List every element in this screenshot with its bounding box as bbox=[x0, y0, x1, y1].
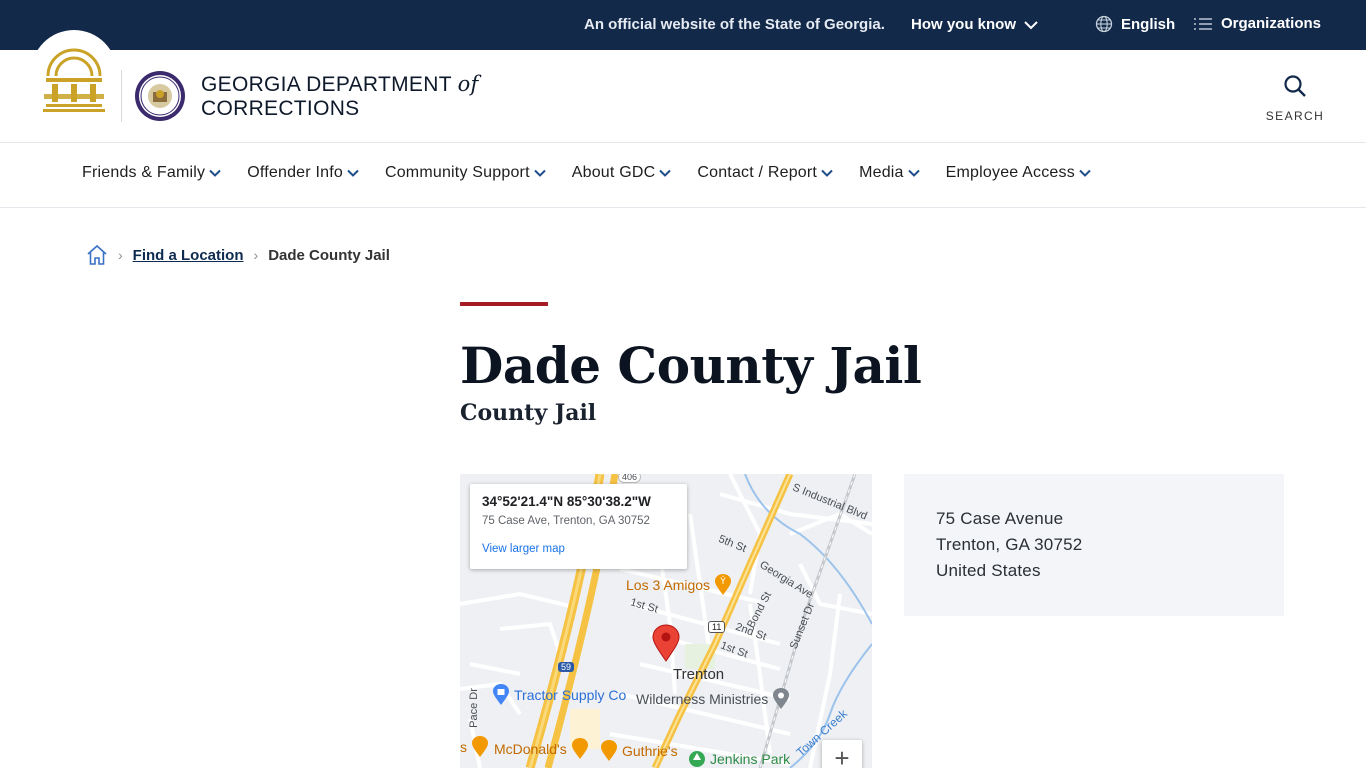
address-country: United States bbox=[936, 561, 1041, 580]
page-subtitle: County Jail bbox=[460, 400, 597, 426]
poi-jenkins-park[interactable]: Jenkins Park bbox=[688, 750, 790, 768]
poi-label: McDonald's bbox=[494, 741, 567, 757]
chevron-down-icon bbox=[209, 169, 221, 177]
how-you-know-label: How you know bbox=[911, 16, 1016, 33]
poi-tractor-supply[interactable]: Tractor Supply Co bbox=[492, 684, 626, 706]
address-city-state-zip: Trenton, GA 30752 bbox=[936, 535, 1083, 554]
organizations-label: Organizations bbox=[1221, 15, 1322, 32]
chevron-down-icon bbox=[659, 169, 672, 177]
nav-about-gdc[interactable]: About GDC bbox=[572, 164, 672, 182]
map-zoom-in-button[interactable]: + bbox=[822, 740, 862, 768]
poi-partial-left[interactable]: s bbox=[460, 736, 489, 758]
georgia-state-seal-link[interactable] bbox=[31, 30, 117, 116]
us-11-shield: 11 bbox=[708, 621, 726, 633]
chevron-down-icon bbox=[907, 169, 920, 177]
poi-label: Wilderness Ministries bbox=[636, 691, 769, 707]
nav-label: Community Support bbox=[384, 164, 530, 181]
home-icon[interactable] bbox=[86, 244, 108, 266]
place-marker-icon bbox=[773, 688, 790, 709]
map-coordinates: 34°52'21.4"N 85°30'38.2"W bbox=[482, 494, 651, 509]
georgia-seal-icon bbox=[43, 48, 105, 112]
nav-label: About GDC bbox=[571, 164, 656, 181]
map-info-card: 34°52'21.4"N 85°30'38.2"W 75 Case Ave, T… bbox=[470, 484, 687, 569]
poi-los-3-amigos[interactable]: Los 3 Amigos Ŷ bbox=[626, 574, 732, 596]
route-406-shield: 406 bbox=[618, 474, 642, 483]
official-banner: An official website of the State of Geor… bbox=[0, 0, 1366, 50]
poi-label: Guthrie's bbox=[622, 743, 678, 759]
nav-friends-family[interactable]: Friends & Family bbox=[82, 164, 221, 182]
brand-of: of bbox=[457, 72, 479, 96]
chevron-right-icon: › bbox=[118, 247, 123, 263]
location-map[interactable]: 406 S Industrial Blvd 5th St Georgia Ave… bbox=[460, 474, 872, 768]
restaurant-icon bbox=[472, 736, 488, 757]
svg-text:Ŷ: Ŷ bbox=[719, 575, 726, 587]
gdc-seal-icon[interactable] bbox=[134, 70, 186, 122]
poi-label: Los 3 Amigos bbox=[626, 577, 711, 593]
nav-list: Friends & Family Offender Info Community… bbox=[82, 164, 1117, 182]
chevron-down-icon bbox=[1024, 20, 1038, 29]
address-card: 75 Case Avenue Trenton, GA 30752 United … bbox=[904, 474, 1284, 616]
list-icon bbox=[1194, 17, 1212, 30]
page-title: Dade County Jail bbox=[460, 336, 922, 395]
breadcrumb: › Find a Location › Dade County Jail bbox=[86, 244, 390, 266]
restaurant-icon bbox=[601, 740, 617, 761]
interstate-59-shield: 59 bbox=[558, 662, 575, 672]
nav-label: Friends & Family bbox=[82, 164, 206, 181]
nav-community-support[interactable]: Community Support bbox=[385, 164, 546, 182]
nav-contact-report[interactable]: Contact / Report bbox=[697, 164, 833, 182]
nav-offender-info[interactable]: Offender Info bbox=[247, 164, 359, 182]
header-divider bbox=[121, 70, 122, 122]
official-site-text: An official website of the State of Geor… bbox=[584, 16, 885, 33]
main-navigation: Friends & Family Offender Info Community… bbox=[0, 143, 1366, 208]
brand-line-2: CORRECTIONS bbox=[201, 97, 360, 120]
street-label: Pace Dr bbox=[467, 688, 480, 728]
address-street: 75 Case Avenue bbox=[936, 509, 1064, 528]
chevron-down-icon bbox=[821, 169, 833, 177]
nav-label: Contact / Report bbox=[697, 164, 818, 181]
chevron-right-icon: › bbox=[253, 247, 259, 263]
nav-label: Media bbox=[859, 164, 904, 181]
organizations-menu[interactable]: Organizations bbox=[1193, 15, 1321, 32]
restaurant-icon: Ŷ bbox=[715, 574, 732, 595]
chevron-down-icon bbox=[534, 169, 546, 177]
breadcrumb-find-location-link[interactable]: Find a Location bbox=[133, 247, 244, 264]
park-tree-icon bbox=[689, 751, 705, 767]
brand-line-1: GEORGIA DEPARTMENT bbox=[201, 73, 452, 96]
poi-mcdonalds[interactable]: McDonald's bbox=[494, 738, 589, 760]
search-button[interactable]: SEARCH bbox=[1262, 74, 1328, 123]
how-you-know-toggle[interactable]: How you know bbox=[911, 16, 1038, 33]
poi-label: Jenkins Park bbox=[710, 751, 791, 767]
site-header: GEORGIA DEPARTMENT of CORRECTIONS SEARCH bbox=[0, 30, 1366, 143]
nav-employee-access[interactable]: Employee Access bbox=[946, 164, 1091, 182]
location-pin-icon[interactable] bbox=[652, 624, 680, 662]
search-icon bbox=[1284, 75, 1306, 97]
nav-label: Employee Access bbox=[945, 164, 1075, 181]
site-brand-title[interactable]: GEORGIA DEPARTMENT of CORRECTIONS bbox=[201, 72, 479, 121]
town-label: Trenton bbox=[673, 666, 725, 683]
poi-guthries[interactable]: Guthrie's bbox=[600, 740, 678, 762]
restaurant-icon bbox=[571, 738, 588, 759]
nav-label: Offender Info bbox=[247, 164, 343, 181]
title-accent-line bbox=[460, 302, 548, 306]
map-address: 75 Case Ave, Trenton, GA 30752 bbox=[482, 515, 650, 527]
chevron-down-icon bbox=[1079, 169, 1091, 177]
chevron-down-icon bbox=[347, 169, 359, 177]
poi-label: Tractor Supply Co bbox=[514, 687, 627, 703]
search-label: SEARCH bbox=[1265, 109, 1325, 123]
language-selector[interactable]: English bbox=[1095, 15, 1175, 33]
breadcrumb-current: Dade County Jail bbox=[268, 246, 390, 264]
poi-label: s bbox=[460, 739, 467, 755]
globe-icon bbox=[1095, 15, 1113, 33]
view-larger-map-link[interactable]: View larger map bbox=[482, 543, 675, 555]
poi-wilderness-ministries[interactable]: Wilderness Ministries bbox=[636, 688, 790, 710]
nav-media[interactable]: Media bbox=[859, 164, 920, 182]
language-label: English bbox=[1121, 15, 1176, 33]
shopping-bag-icon bbox=[493, 684, 509, 705]
